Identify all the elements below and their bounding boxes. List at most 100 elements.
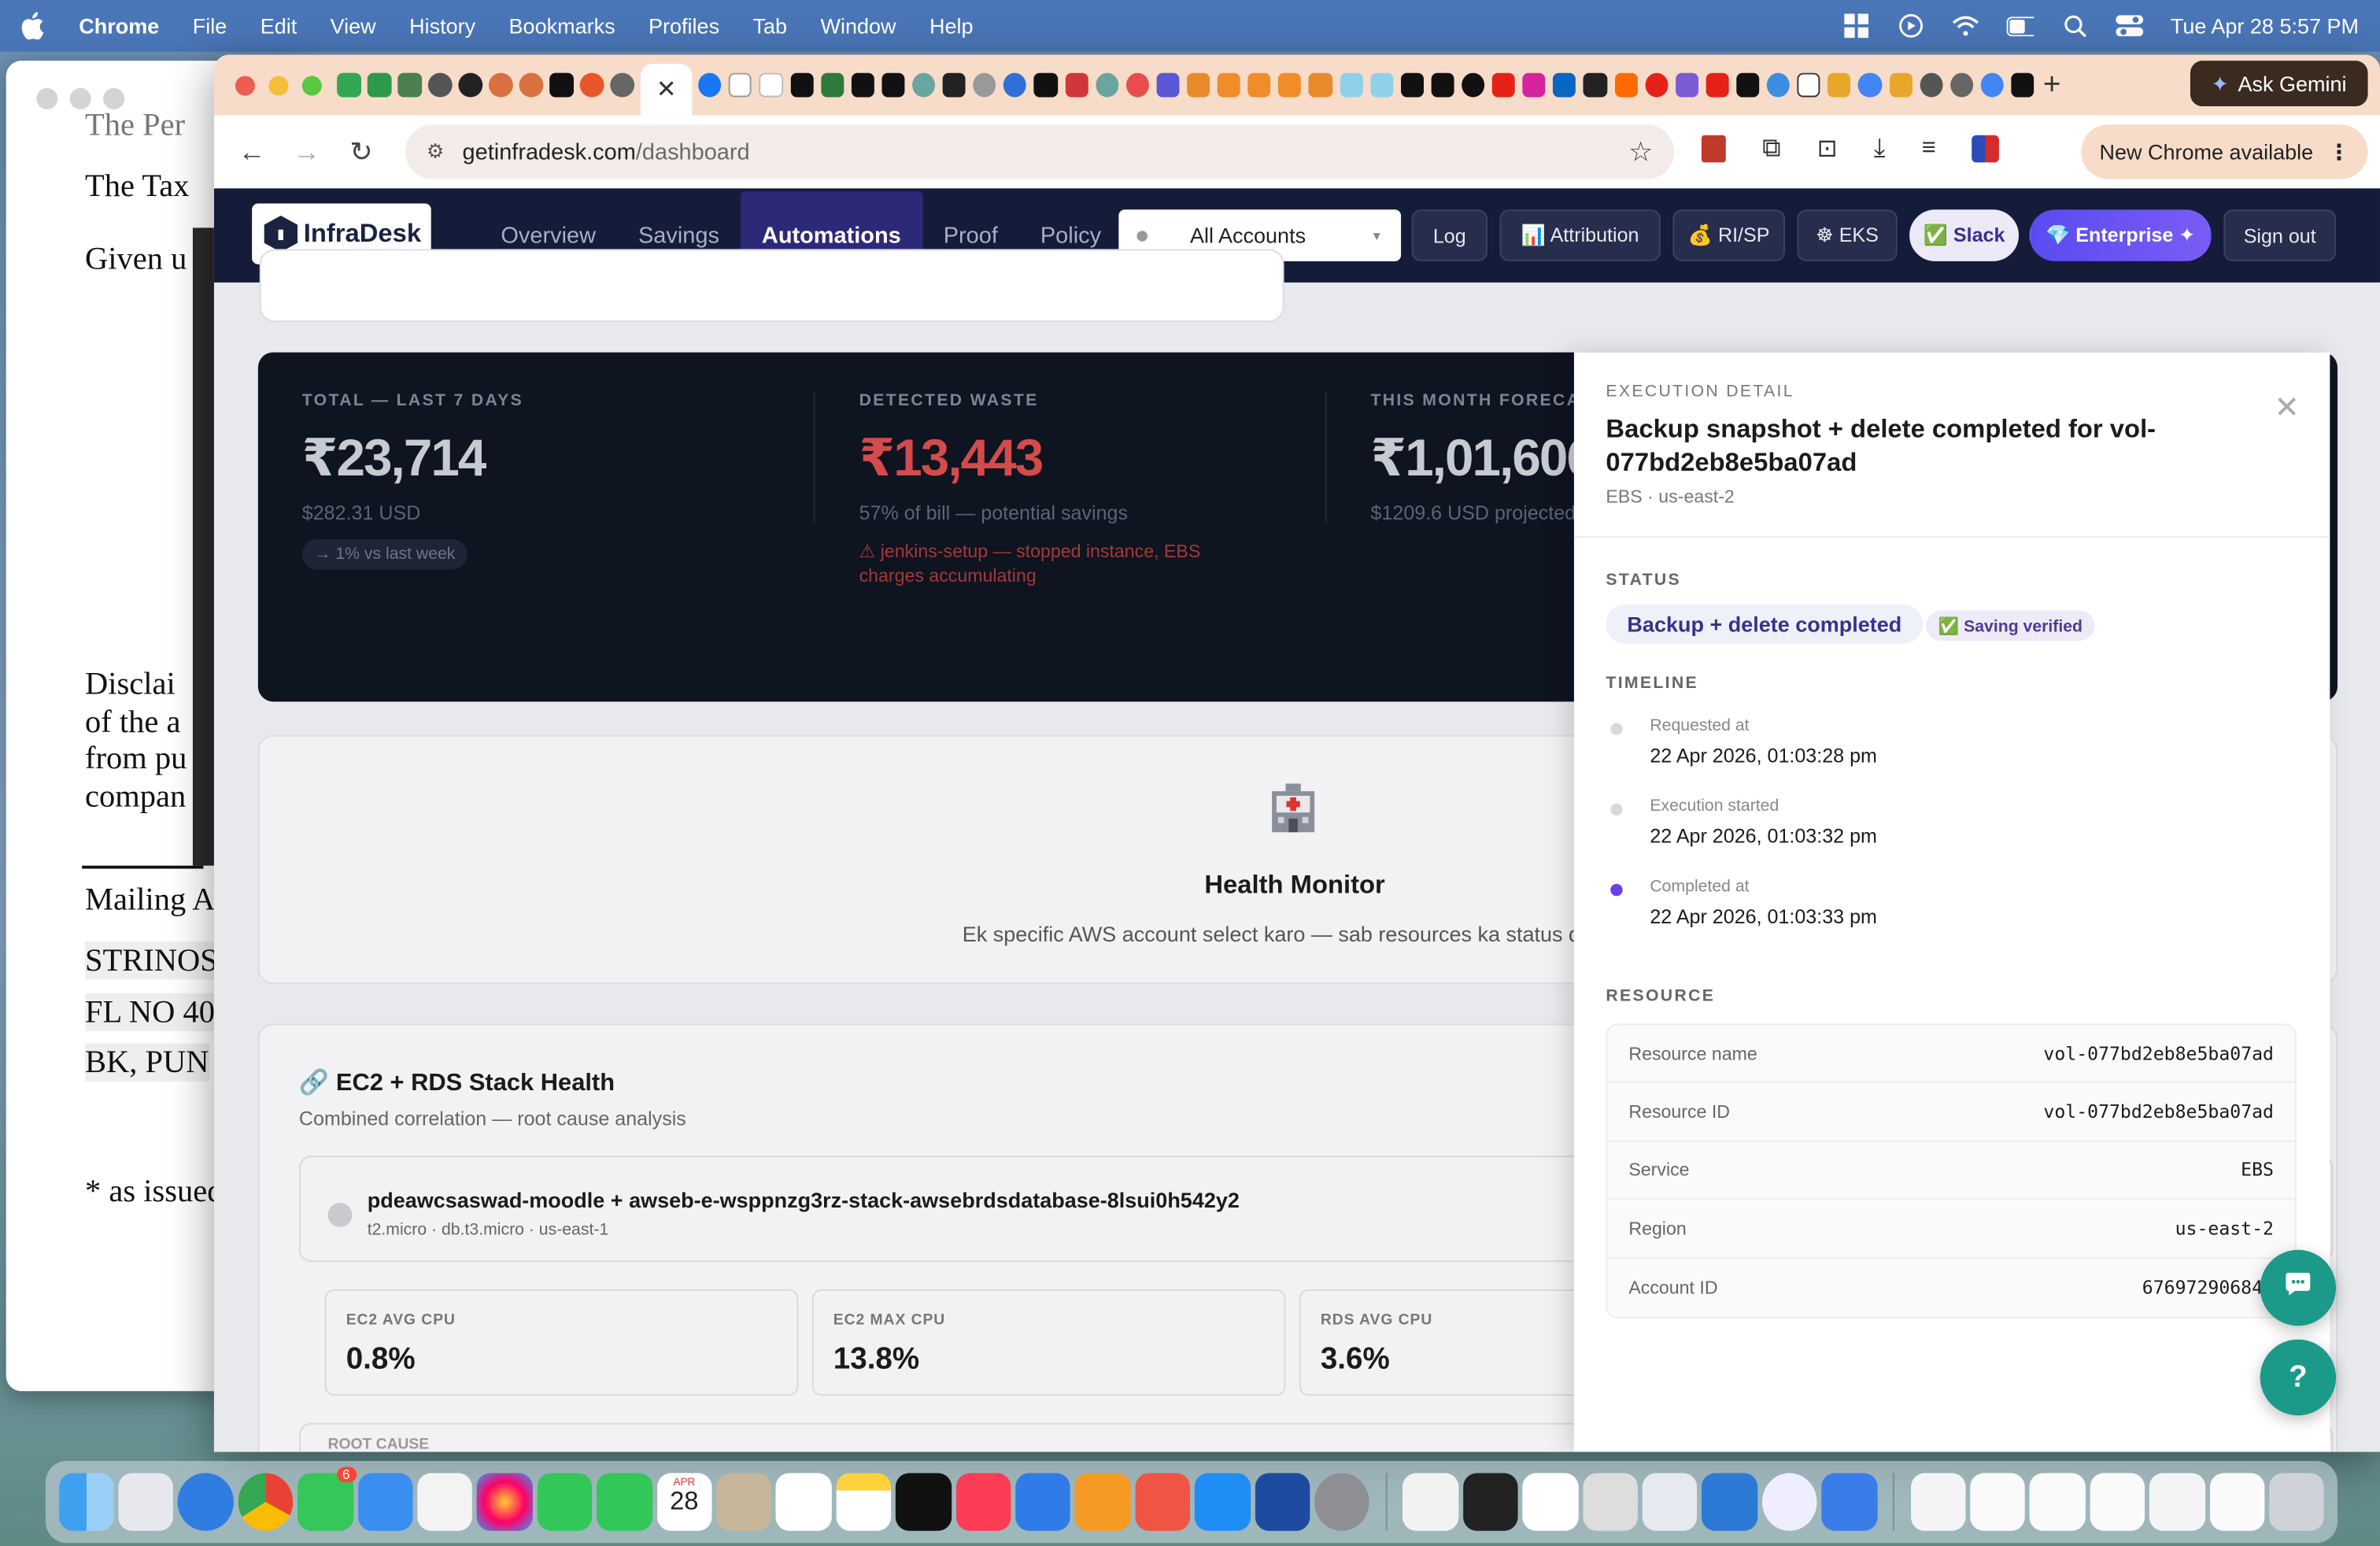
system-settings-icon[interactable] (1314, 1473, 1370, 1531)
spotlight-search-icon[interactable] (2061, 13, 2089, 38)
tab-favicon-icon[interactable] (759, 72, 783, 98)
tab-favicon-icon[interactable] (397, 72, 423, 98)
tab-favicon-icon[interactable] (1003, 72, 1027, 98)
tab-favicon-icon[interactable] (1309, 72, 1332, 98)
close-icon[interactable]: ✕ (2274, 389, 2299, 427)
tab-favicon-icon[interactable] (942, 72, 966, 98)
tab-favicon-icon[interactable] (1522, 72, 1546, 98)
new-tab-button[interactable]: + (2043, 68, 2061, 102)
tab-favicon-icon[interactable] (1706, 72, 1729, 98)
battery-icon[interactable] (2006, 13, 2034, 38)
tab-favicon-icon[interactable] (1766, 72, 1791, 98)
tab-favicon-icon[interactable] (789, 72, 814, 98)
vscode-icon[interactable] (1702, 1473, 1757, 1531)
site-info-icon[interactable]: ⚙ (427, 139, 444, 164)
menu-profiles[interactable]: Profiles (649, 13, 719, 38)
reload-icon[interactable]: ↻ (345, 135, 378, 168)
simulator-icon[interactable] (1255, 1473, 1310, 1531)
more-menu-icon[interactable]: ⋮ (2328, 139, 2349, 165)
tab-favicon-icon[interactable] (881, 72, 905, 98)
tab-favicon-icon[interactable] (337, 72, 361, 98)
apple-tv-icon[interactable] (896, 1473, 952, 1531)
tab-favicon-icon[interactable] (427, 72, 453, 98)
tab-favicon-icon[interactable] (1431, 72, 1454, 98)
pages-icon[interactable] (1075, 1473, 1131, 1531)
tab-favicon-icon[interactable] (1339, 72, 1363, 98)
tab-favicon-icon[interactable] (1553, 72, 1576, 98)
settings-doc-icon[interactable] (1910, 1473, 1966, 1531)
recent-document-icon[interactable] (2090, 1473, 2145, 1531)
extension-icon[interactable] (1701, 135, 1726, 163)
tab-favicon-icon[interactable] (1187, 72, 1210, 98)
tab-favicon-icon[interactable] (519, 72, 544, 98)
trash-icon[interactable] (2269, 1473, 2325, 1531)
tab-favicon-icon[interactable] (1920, 72, 1943, 98)
launchpad-icon[interactable] (118, 1473, 174, 1531)
profile-avatar[interactable] (1972, 135, 2000, 163)
tab-favicon-icon[interactable] (851, 72, 874, 98)
tab-favicon-icon[interactable] (1889, 72, 1913, 98)
tab-favicon-icon[interactable] (1156, 72, 1180, 98)
log-button[interactable]: Log (1411, 209, 1488, 261)
menubar-clock[interactable]: Tue Apr 28 5:57 PM (2171, 13, 2359, 38)
play-circle-icon[interactable] (1898, 13, 1925, 38)
control-center-icon[interactable] (2116, 13, 2144, 38)
menu-file[interactable]: File (193, 13, 227, 38)
photos-icon[interactable] (477, 1473, 533, 1531)
eks-button[interactable]: ☸ EKS (1797, 209, 1898, 261)
windows-app-icon[interactable] (1821, 1473, 1877, 1531)
database-app-icon[interactable] (1642, 1473, 1698, 1531)
tab-favicon-icon[interactable] (367, 72, 392, 98)
notes-icon[interactable] (836, 1473, 892, 1531)
mail-icon[interactable] (357, 1473, 413, 1531)
tab-favicon-icon[interactable] (1828, 72, 1851, 98)
tab-favicon-icon[interactable] (1278, 72, 1302, 98)
tab-favicon-icon[interactable] (1125, 72, 1149, 98)
menu-edit[interactable]: Edit (261, 13, 298, 38)
menu-history[interactable]: History (409, 13, 475, 38)
tab-favicon-icon[interactable] (1797, 72, 1821, 98)
rocket-app-icon[interactable] (1135, 1473, 1191, 1531)
media-controls-icon[interactable]: ≡ (1922, 135, 1936, 163)
tab-favicon-icon[interactable] (1095, 72, 1118, 98)
calendar-icon[interactable]: APR 28 (656, 1473, 712, 1531)
menu-tab[interactable]: Tab (753, 13, 788, 38)
phone-icon[interactable] (597, 1473, 652, 1531)
tab-favicon-icon[interactable] (579, 72, 604, 98)
maps-icon[interactable] (417, 1473, 473, 1531)
attribution-button[interactable]: 📊 Attribution (1499, 209, 1661, 261)
music-icon[interactable] (955, 1473, 1011, 1531)
tab-favicon-icon[interactable] (1491, 72, 1516, 98)
tab-favicon-icon[interactable] (1949, 72, 1973, 98)
tab-favicon-icon[interactable] (1858, 72, 1882, 98)
chrome-update-button[interactable]: New Chrome available ⋮ (2081, 124, 2368, 179)
tab-search-icon[interactable]: ⊡ (1817, 134, 1838, 165)
tab-favicon-icon[interactable] (1980, 72, 2004, 98)
tab-favicon-icon[interactable] (549, 72, 574, 98)
textedit-icon[interactable] (1402, 1473, 1458, 1531)
tab-favicon-icon[interactable] (1675, 72, 1698, 98)
tab-favicon-icon[interactable] (820, 72, 844, 98)
zoom-window-button[interactable] (301, 75, 322, 95)
recent-document-icon[interactable] (2030, 1473, 2086, 1531)
keynote-icon[interactable] (1015, 1473, 1071, 1531)
slack-button[interactable]: ✅ Slack (1909, 209, 2019, 261)
tab-favicon-icon[interactable] (973, 72, 996, 98)
wifi-icon[interactable] (1952, 13, 1979, 38)
facetime-icon[interactable] (537, 1473, 593, 1531)
sign-out-button[interactable]: Sign out (2223, 209, 2337, 261)
tab-favicon-icon[interactable] (1462, 72, 1485, 98)
address-bar[interactable]: ⚙ getinfradesk.com/dashboard ☆ (405, 124, 1675, 179)
bookmark-star-icon[interactable]: ☆ (1628, 136, 1653, 168)
tab-favicon-icon[interactable] (1584, 72, 1607, 98)
recent-document-icon[interactable] (2209, 1473, 2265, 1531)
window-grid-icon[interactable] (1842, 13, 1870, 39)
contacts-icon[interactable] (716, 1473, 772, 1531)
menu-app-name[interactable]: Chrome (79, 13, 159, 38)
active-tab-close-icon[interactable]: ✕ (640, 64, 693, 116)
minimize-window-button[interactable] (268, 75, 289, 95)
extensions-puzzle-icon[interactable]: ⧉ (1762, 134, 1780, 165)
cursor-app-icon[interactable] (1522, 1473, 1578, 1531)
tab-favicon-icon[interactable] (1644, 72, 1668, 98)
menu-help[interactable]: Help (929, 13, 974, 38)
